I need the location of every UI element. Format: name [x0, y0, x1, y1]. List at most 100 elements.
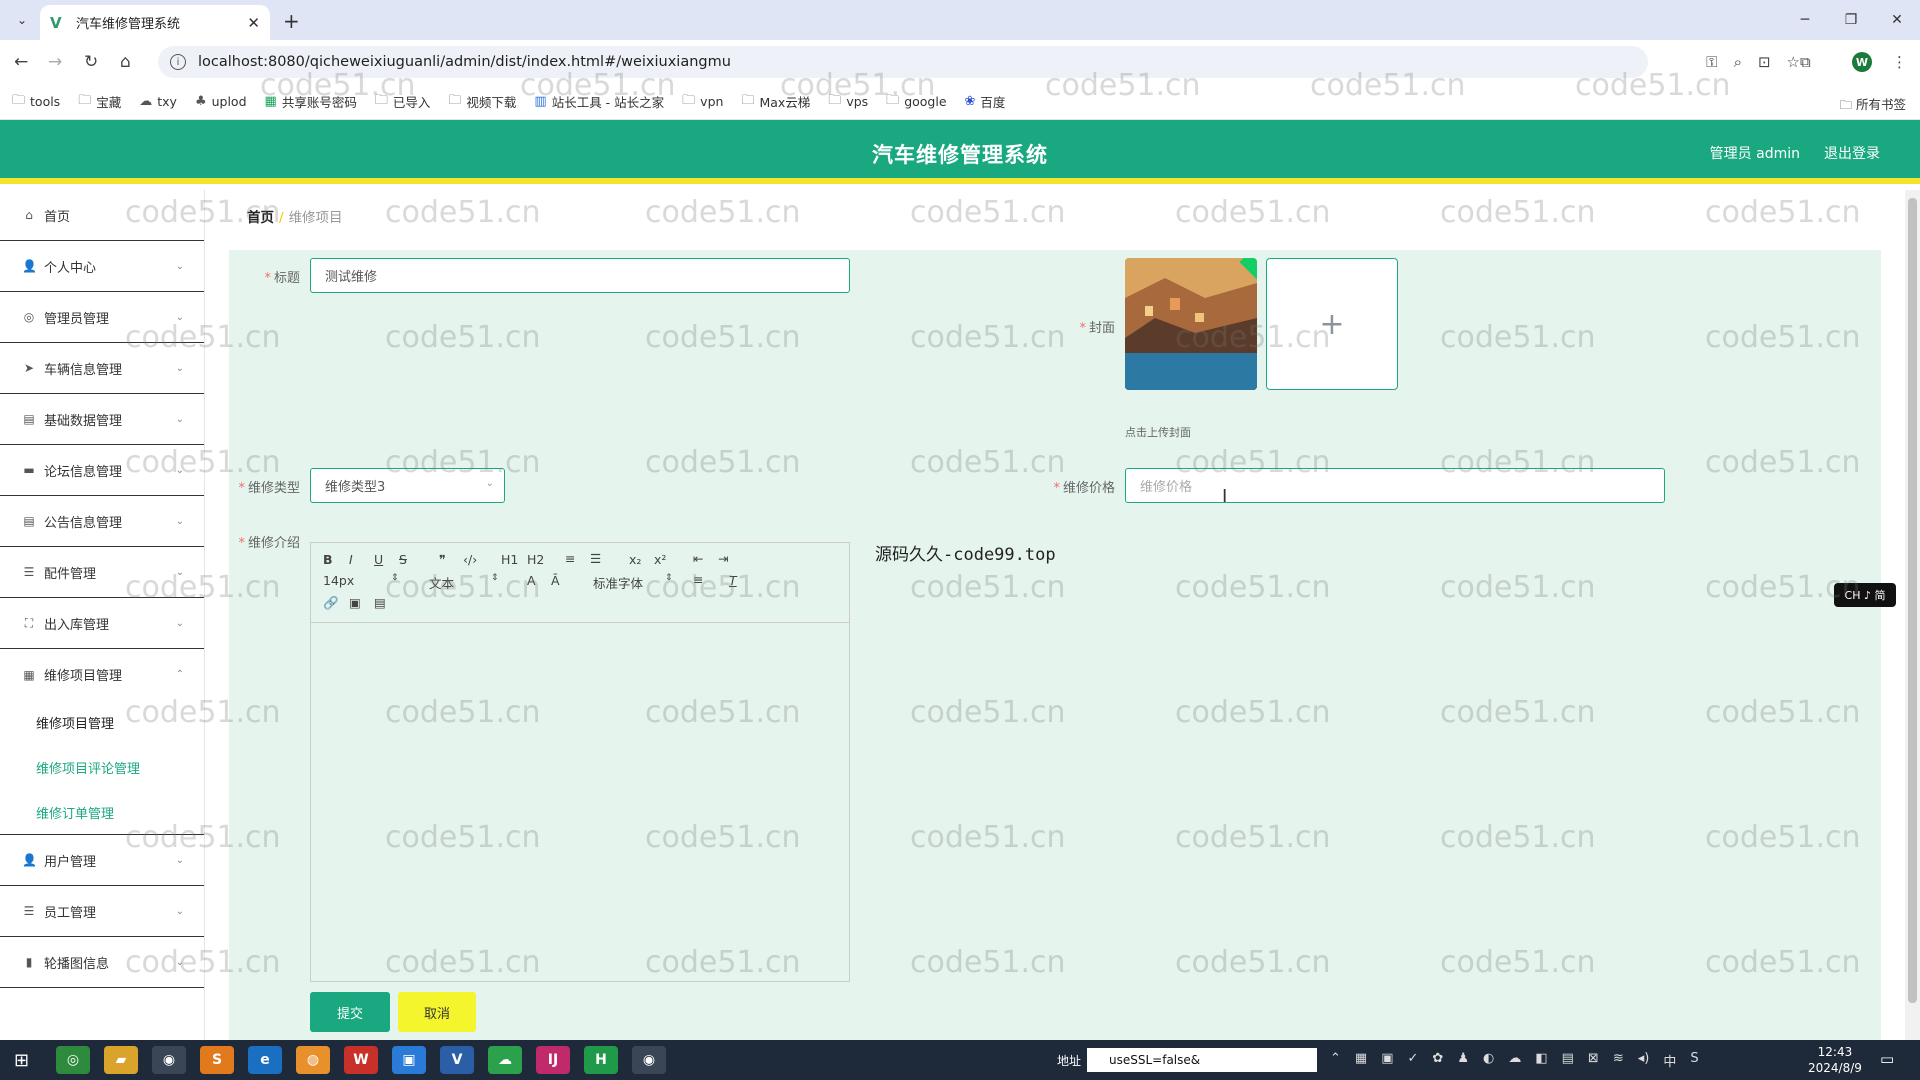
wifi-icon[interactable]: ≋: [1613, 1051, 1624, 1070]
font-size-select[interactable]: 14px: [323, 573, 354, 588]
idea-icon[interactable]: IJ: [536, 1046, 570, 1074]
align-icon[interactable]: ≡: [693, 572, 703, 587]
tray-app-icon[interactable]: ▣: [1381, 1051, 1393, 1070]
app-icon[interactable]: ▣: [392, 1046, 426, 1074]
font-color-icon[interactable]: A: [527, 573, 536, 588]
ordered-list-icon[interactable]: ≡: [565, 551, 575, 566]
bookmark-item[interactable]: 🗀 已导入: [375, 91, 431, 113]
sidebar-item-forum[interactable]: ▬ 论坛信息管理 ⌄: [0, 445, 204, 496]
cancel-button[interactable]: 取消: [398, 992, 476, 1032]
scrollbar-thumb[interactable]: [1908, 198, 1917, 1003]
paragraph-select[interactable]: 文本: [429, 573, 454, 592]
breadcrumb-home[interactable]: 首页: [247, 210, 274, 226]
vscode-icon[interactable]: V: [440, 1046, 474, 1074]
sidebar-item-profile[interactable]: 👤 个人中心 ⌄: [0, 241, 204, 292]
close-window-icon[interactable]: ✕: [1874, 0, 1920, 40]
home-browser-icon[interactable]: ⌂: [120, 52, 131, 72]
background-color-icon[interactable]: Ā: [551, 573, 560, 588]
sidebar-item-users[interactable]: 👤 用户管理 ⌄: [0, 835, 204, 886]
restore-icon[interactable]: ❐: [1828, 0, 1874, 40]
bookmark-item[interactable]: ▥ 站长工具 - 站长之家: [534, 92, 664, 111]
bookmark-item[interactable]: 🗀 vps: [828, 91, 868, 113]
tray-app-icon[interactable]: ♟: [1457, 1051, 1469, 1070]
ime-badge[interactable]: CH ♪ 简: [1834, 583, 1896, 607]
wps-icon[interactable]: W: [344, 1046, 378, 1074]
bullet-list-icon[interactable]: ☰: [590, 551, 601, 566]
bookmark-item[interactable]: ▦ 共享账号密码: [265, 92, 357, 111]
clear-format-icon[interactable]: T: [729, 573, 737, 588]
sidebar-item-base-data[interactable]: ▤ 基础数据管理 ⌄: [0, 394, 204, 445]
taskbar-address-input[interactable]: useSSL=false&: [1087, 1048, 1317, 1072]
underline-button[interactable]: U: [374, 552, 383, 567]
bookmark-item[interactable]: 🗀 vpn: [682, 91, 723, 113]
forward-icon[interactable]: →: [48, 52, 62, 72]
sublime-icon[interactable]: S: [200, 1046, 234, 1074]
bookmark-item[interactable]: 🗀 tools: [12, 91, 60, 113]
edge-icon[interactable]: e: [248, 1046, 282, 1074]
type-select[interactable]: 维修类型3 ⌄: [310, 468, 505, 503]
sidebar-subitem-repair-orders[interactable]: 维修订单管理: [0, 790, 204, 835]
image-icon[interactable]: ▣: [349, 595, 361, 610]
submit-button[interactable]: 提交: [310, 992, 390, 1032]
code-button[interactable]: ‹/›: [463, 552, 477, 567]
sidebar-item-admins[interactable]: ◎ 管理员管理 ⌄: [0, 292, 204, 343]
h1-button[interactable]: H1: [501, 552, 518, 567]
chrome-icon[interactable]: ◉: [152, 1046, 186, 1074]
bookmark-item[interactable]: ❀ 百度: [965, 92, 1006, 111]
logout-link[interactable]: 退出登录: [1824, 143, 1880, 163]
close-tab-icon[interactable]: ✕: [247, 14, 260, 32]
wechat-icon[interactable]: ☁: [488, 1046, 522, 1074]
ime-icon[interactable]: 中: [1663, 1051, 1676, 1070]
video-icon[interactable]: ▤: [374, 595, 386, 610]
title-input[interactable]: 测试维修: [310, 258, 850, 293]
menu-kebab-icon[interactable]: ⋮: [1892, 53, 1907, 71]
clock[interactable]: 12:43 2024/8/9: [1808, 1044, 1862, 1076]
sidebar-item-warehouse[interactable]: ⛶ 出入库管理 ⌄: [0, 598, 204, 649]
sidebar-item-carousel[interactable]: ▮ 轮播图信息 ⌄: [0, 937, 204, 988]
url-field[interactable]: i localhost:8080/qicheweixiuguanli/admin…: [158, 46, 1648, 78]
tray-app-icon[interactable]: ◐: [1483, 1051, 1494, 1070]
tray-app-icon[interactable]: ✿: [1432, 1051, 1443, 1070]
bookmark-star-icon[interactable]: ☆: [1787, 53, 1800, 71]
site-info-icon[interactable]: i: [170, 54, 186, 70]
app-icon[interactable]: ◍: [296, 1046, 330, 1074]
sidebar-item-home[interactable]: ⌂ 首页: [0, 190, 204, 241]
tray-chevron-icon[interactable]: ⌃: [1330, 1051, 1341, 1070]
cover-upload-button[interactable]: +: [1266, 258, 1398, 390]
tray-app-icon[interactable]: ✓: [1408, 1051, 1419, 1070]
scrollbar[interactable]: [1905, 190, 1920, 1040]
tray-app-icon[interactable]: ◧: [1535, 1051, 1547, 1070]
sidebar-subitem-repair-comments[interactable]: 维修项目评论管理: [0, 745, 204, 790]
sidebar-item-vehicles[interactable]: ➤ 车辆信息管理 ⌄: [0, 343, 204, 394]
profile-avatar[interactable]: W: [1852, 52, 1872, 72]
sogou-icon[interactable]: S: [1690, 1051, 1698, 1070]
sidebar-item-repair[interactable]: ▦ 维修项目管理 ⌃: [0, 649, 204, 700]
extensions-icon[interactable]: ⧉: [1800, 53, 1811, 71]
superscript-icon[interactable]: x²: [654, 552, 666, 567]
indent-icon[interactable]: ⇥: [718, 551, 728, 566]
windows-start-icon[interactable]: ⊞: [14, 1050, 29, 1071]
hbuilder-icon[interactable]: H: [584, 1046, 618, 1074]
app-icon[interactable]: ◎: [56, 1046, 90, 1074]
minimize-icon[interactable]: ─: [1782, 0, 1828, 40]
link-icon[interactable]: 🔗: [323, 595, 339, 611]
sidebar-item-notices[interactable]: ▤ 公告信息管理 ⌄: [0, 496, 204, 547]
password-key-icon[interactable]: ⚿: [1706, 53, 1717, 71]
price-input[interactable]: 维修价格: [1125, 468, 1665, 503]
bookmark-item[interactable]: ♣ uplod: [195, 94, 247, 109]
quote-button[interactable]: ❞: [439, 552, 446, 567]
tray-wechat-icon[interactable]: ☁: [1508, 1051, 1521, 1070]
reload-icon[interactable]: ↻: [84, 52, 98, 72]
chrome-icon[interactable]: ◉: [632, 1046, 666, 1074]
subscript-icon[interactable]: x₂: [629, 552, 641, 567]
bold-button[interactable]: B: [323, 552, 333, 567]
sidebar-item-parts[interactable]: ☰ 配件管理 ⌄: [0, 547, 204, 598]
bookmark-item[interactable]: 🗀 宝藏: [78, 91, 121, 113]
outdent-icon[interactable]: ⇤: [693, 551, 703, 566]
notification-icon[interactable]: ▭: [1880, 1050, 1894, 1068]
new-tab-icon[interactable]: +: [283, 9, 300, 33]
tab-search-icon[interactable]: ⌄: [12, 10, 32, 30]
tray-app-icon[interactable]: ▤: [1562, 1051, 1574, 1070]
bookmark-item[interactable]: 🗀 google: [886, 91, 946, 113]
explorer-icon[interactable]: ▰: [104, 1046, 138, 1074]
